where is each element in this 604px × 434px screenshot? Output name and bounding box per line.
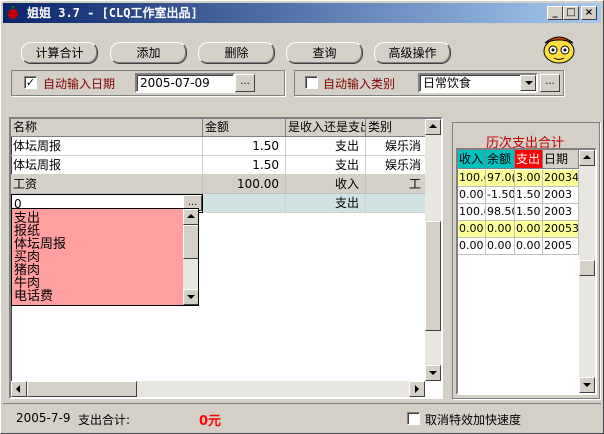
- auto-date-checkbox[interactable]: ✓: [24, 76, 37, 89]
- cell-type[interactable]: 支出: [286, 156, 366, 175]
- total-value: 0元: [199, 414, 222, 429]
- date-input[interactable]: 2005-07-09: [135, 73, 235, 93]
- minimize-button[interactable]: _: [547, 6, 563, 20]
- scroll-thumb[interactable]: [579, 260, 595, 276]
- history-cell[interactable]: 100.(: [458, 170, 486, 187]
- cell-category[interactable]: 娱乐消: [366, 156, 428, 175]
- history-cell[interactable]: 1.50: [515, 204, 543, 221]
- table-row[interactable]: 体坛周报 1.50 支出 娱乐消: [11, 137, 428, 156]
- maximize-button[interactable]: □: [563, 6, 579, 20]
- close-button[interactable]: ×: [581, 6, 597, 20]
- history-cell[interactable]: 2003: [543, 204, 579, 221]
- history-cell[interactable]: 1.50: [515, 187, 543, 204]
- advanced-button[interactable]: 高级操作: [374, 42, 451, 64]
- cell-name[interactable]: 体坛周报: [11, 137, 203, 156]
- scroll-down-icon[interactable]: [425, 365, 441, 381]
- total-label: 支出合计:: [78, 413, 131, 427]
- hscroll-thumb[interactable]: [27, 381, 137, 397]
- history-panel: 历次支出合计 收入 余额 支出 日期 100.( 97.0( 3.00 2003…: [452, 122, 600, 399]
- history-cell[interactable]: 0.00: [486, 238, 515, 255]
- scroll-thumb[interactable]: [425, 221, 441, 331]
- table-row[interactable]: 工资 100.00 收入 工: [11, 175, 428, 194]
- main-window: 姐姐 3.7 - [CLQ工作室出品] _ □ × 计算合计 添加 删除 查询 …: [0, 0, 604, 434]
- cell-name[interactable]: 体坛周报: [11, 156, 203, 175]
- scroll-up-icon[interactable]: [425, 119, 441, 135]
- autocomplete-scrollbar[interactable]: [183, 209, 198, 305]
- history-cell[interactable]: 0.00: [515, 221, 543, 238]
- history-cell[interactable]: 3.00: [515, 170, 543, 187]
- cell-amount[interactable]: 1.50: [203, 137, 286, 156]
- history-cell[interactable]: 2005: [543, 238, 579, 255]
- cell-category[interactable]: 娱乐消: [366, 137, 428, 156]
- status-bar: 2005-7-9 支出合计: 0元 取消特效加快速度: [3, 403, 601, 431]
- category-picker-button[interactable]: ...: [540, 74, 560, 92]
- grid-horizontal-scrollbar[interactable]: [11, 381, 425, 397]
- scroll-up-icon[interactable]: [183, 209, 198, 225]
- disable-effects-checkbox[interactable]: [407, 412, 420, 425]
- cell-category[interactable]: 工: [366, 175, 428, 194]
- date-picker-button[interactable]: ...: [235, 74, 255, 92]
- col-header-category[interactable]: 类别: [366, 119, 428, 137]
- cell-amount[interactable]: 1.50: [203, 156, 286, 175]
- auto-category-label: 自动输入类别: [323, 77, 396, 91]
- col-header-name[interactable]: 名称: [11, 119, 203, 137]
- scroll-right-icon[interactable]: [409, 381, 425, 397]
- history-cell[interactable]: 0.00: [458, 238, 486, 255]
- scroll-left-icon[interactable]: [11, 381, 27, 397]
- cell-type[interactable]: 支出: [286, 194, 366, 213]
- history-cell[interactable]: 2003: [543, 187, 579, 204]
- history-cell[interactable]: 98.50: [486, 204, 515, 221]
- calc-total-button[interactable]: 计算合计: [21, 42, 98, 64]
- cell-name[interactable]: 工资: [11, 175, 203, 194]
- history-col-income[interactable]: 收入: [458, 150, 486, 169]
- autocomplete-list[interactable]: 支出 报纸 体坛周报 买肉 猪肉 牛肉 电话费: [11, 208, 199, 306]
- history-grid[interactable]: 收入 余额 支出 日期 100.( 97.0( 3.00 20034 0.00 …: [456, 148, 597, 395]
- cell-amount[interactable]: 100.00: [203, 175, 286, 194]
- delete-button[interactable]: 删除: [198, 42, 275, 64]
- cell-amount[interactable]: [203, 194, 286, 213]
- category-dropdown-arrow[interactable]: [520, 75, 536, 91]
- history-cell[interactable]: 0.00: [458, 221, 486, 238]
- scroll-thumb[interactable]: [183, 225, 198, 259]
- history-cell[interactable]: 0.00: [515, 238, 543, 255]
- history-vertical-scrollbar[interactable]: [579, 150, 595, 393]
- history-cell[interactable]: 20034: [543, 170, 579, 187]
- history-cell[interactable]: 100.(: [458, 204, 486, 221]
- mascot-icon: [543, 36, 575, 64]
- table-row[interactable]: 体坛周报 1.50 支出 娱乐消: [11, 156, 428, 175]
- cell-category[interactable]: [366, 194, 428, 213]
- auto-category-checkbox[interactable]: [305, 76, 318, 89]
- disable-effects-label: 取消特效加快速度: [425, 413, 522, 427]
- grid-vertical-scrollbar[interactable]: [425, 119, 441, 381]
- query-button[interactable]: 查询: [286, 42, 363, 64]
- scroll-down-icon[interactable]: [579, 377, 595, 393]
- scroll-up-icon[interactable]: [579, 150, 595, 166]
- cell-type[interactable]: 收入: [286, 175, 366, 194]
- app-icon: [8, 6, 18, 19]
- add-button[interactable]: 添加: [110, 42, 187, 64]
- history-col-expense[interactable]: 支出: [515, 150, 543, 169]
- history-cell[interactable]: 0.00: [458, 187, 486, 204]
- history-cell[interactable]: -1.50: [486, 187, 515, 204]
- history-col-date[interactable]: 日期: [543, 150, 579, 169]
- history-cell[interactable]: 20053: [543, 221, 579, 238]
- scroll-down-icon[interactable]: [183, 289, 198, 305]
- history-cell[interactable]: 0.00: [486, 221, 515, 238]
- title-bar[interactable]: 姐姐 3.7 - [CLQ工作室出品] _ □ ×: [3, 3, 601, 23]
- col-header-amount[interactable]: 金额: [203, 119, 286, 137]
- cell-type[interactable]: 支出: [286, 137, 366, 156]
- window-title: 姐姐 3.7 - [CLQ工作室出品]: [27, 6, 198, 20]
- auto-date-label: 自动输入日期: [43, 77, 116, 91]
- list-item[interactable]: 电话费: [14, 290, 53, 303]
- col-header-type[interactable]: 是收入还是支出: [286, 119, 366, 137]
- status-date: 2005-7-9: [16, 411, 71, 425]
- history-cell[interactable]: 97.0(: [486, 170, 515, 187]
- history-col-balance[interactable]: 余额: [486, 150, 515, 169]
